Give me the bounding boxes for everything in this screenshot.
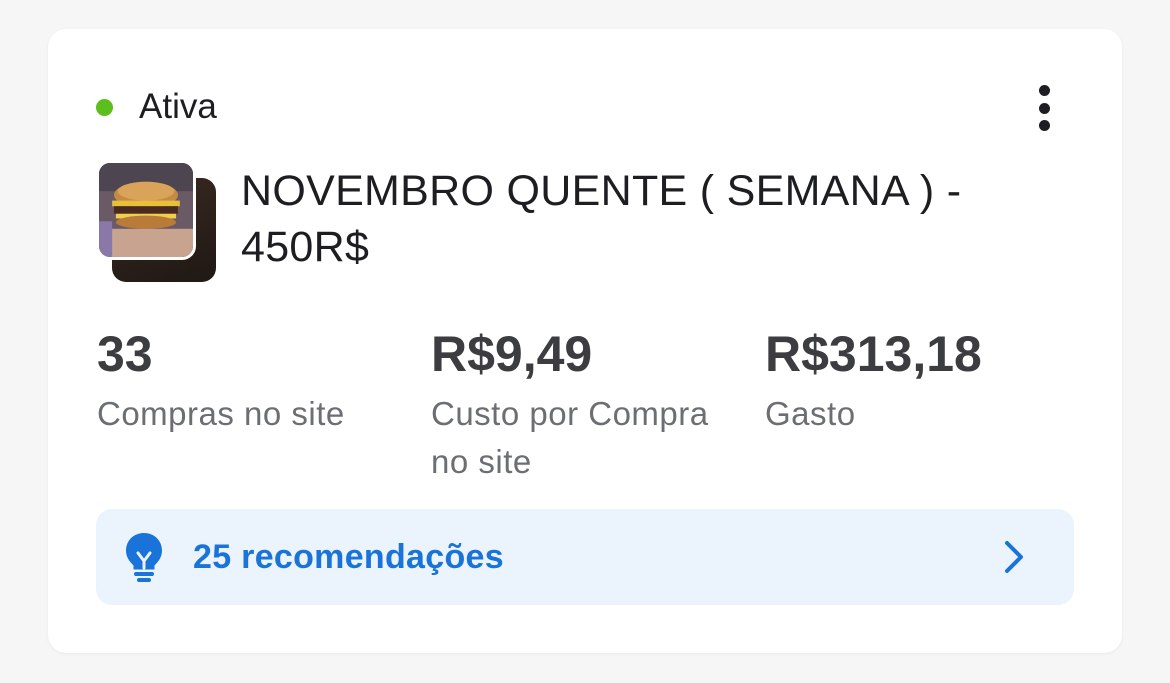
metric-label: Gasto	[765, 395, 856, 432]
metric-value: R$313,18	[765, 326, 982, 382]
metric-value: R$9,49	[431, 326, 593, 382]
campaign-title[interactable]: NOVEMBRO QUENTE ( SEMANA ) - 450R$	[241, 163, 1061, 275]
metric-value: 33	[97, 326, 153, 382]
metric-label: Custo por Compra no site	[431, 395, 709, 480]
status-indicator: Ativa	[96, 87, 217, 127]
status-label: Ativa	[139, 87, 217, 126]
metric-spent: R$313,18 Gasto	[765, 324, 982, 438]
recommendations-label: 25 recomendações	[193, 537, 504, 576]
campaign-card[interactable]: Ativa NOVEMBRO QUENTE ( SEMANA ) - 450R$…	[48, 29, 1122, 653]
recommendations-button[interactable]: 25 recomendações	[96, 509, 1074, 605]
metric-purchases: 33 Compras no site	[97, 324, 345, 438]
campaign-thumbnail	[96, 160, 218, 282]
burger-photo	[96, 160, 196, 260]
chevron-right-icon	[1005, 541, 1023, 573]
lightbulb-icon	[126, 533, 162, 582]
more-options-icon[interactable]	[1028, 85, 1060, 131]
metric-cost-per-purchase: R$9,49 Custo por Compra no site	[431, 324, 711, 486]
metric-label: Compras no site	[97, 395, 345, 432]
status-dot	[96, 98, 113, 116]
